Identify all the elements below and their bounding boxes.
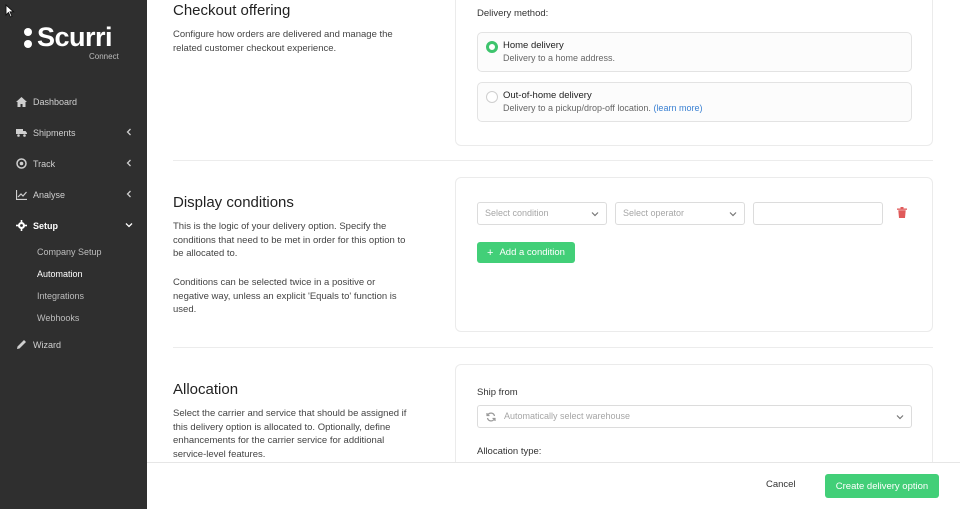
sidebar-item-wizard[interactable]: Wizard xyxy=(0,329,147,360)
add-condition-button[interactable]: + Add a condition xyxy=(477,242,575,263)
chevron-down-icon xyxy=(125,223,133,228)
ship-from-label: Ship from xyxy=(477,387,518,398)
option-desc: Delivery to a pickup/drop-off location. … xyxy=(503,103,702,113)
add-condition-label: Add a condition xyxy=(499,247,565,258)
sidebar-item-dashboard[interactable]: Dashboard xyxy=(0,86,147,117)
radio-out-of-home-delivery[interactable] xyxy=(486,91,498,103)
logo-mark-icon xyxy=(24,28,34,50)
option-desc: Delivery to a home address. xyxy=(503,53,616,63)
conditions-card: Select condition Select operator + Add a… xyxy=(455,177,933,332)
main-content: Checkout offering Configure how orders a… xyxy=(147,0,960,509)
sidebar-subitem-webhooks[interactable]: Webhooks xyxy=(0,307,147,329)
option-out-of-home-delivery[interactable]: Out-of-home delivery Delivery to a picku… xyxy=(477,82,912,122)
trash-icon[interactable] xyxy=(897,207,907,218)
footer-bar: Cancel Create delivery option xyxy=(147,462,960,509)
chevron-down-icon xyxy=(591,212,599,217)
scurri-logo[interactable]: Scurri Connect xyxy=(24,22,134,64)
refresh-icon xyxy=(486,412,496,422)
cancel-button[interactable]: Cancel xyxy=(766,479,796,490)
section-divider xyxy=(173,347,933,348)
ship-from-select[interactable]: Automatically select warehouse xyxy=(477,405,912,428)
select-condition[interactable]: Select condition xyxy=(477,202,607,225)
chevron-left-icon xyxy=(126,159,131,167)
option-desc-text: Delivery to a pickup/drop-off location. xyxy=(503,103,651,113)
sidebar-item-label: Dashboard xyxy=(33,96,78,107)
pencil-icon xyxy=(16,339,27,350)
sidebar-item-track[interactable]: Track xyxy=(0,148,147,179)
gear-icon xyxy=(16,220,27,231)
brand-sub: Connect xyxy=(89,52,119,61)
allocation-section-title: Allocation xyxy=(173,381,239,398)
ship-from-value: Automatically select warehouse xyxy=(504,411,631,421)
setup-submenu: Company Setup Automation Integrations We… xyxy=(0,241,147,329)
option-title: Home delivery xyxy=(503,40,564,51)
checkout-section-title: Checkout offering xyxy=(173,2,291,19)
sidebar-item-analyse[interactable]: Analyse xyxy=(0,179,147,210)
option-title: Out-of-home delivery xyxy=(503,90,592,101)
conditions-section-title: Display conditions xyxy=(173,194,294,211)
select-operator-placeholder: Select operator xyxy=(623,208,685,218)
sidebar-item-setup[interactable]: Setup xyxy=(0,210,147,241)
brand-name: Scurri xyxy=(37,22,113,52)
delivery-method-label: Delivery method: xyxy=(477,8,549,19)
conditions-section-desc: This is the logic of your delivery optio… xyxy=(173,221,406,259)
sidebar-item-label: Setup xyxy=(33,220,59,231)
create-delivery-option-button[interactable]: Create delivery option xyxy=(825,474,939,498)
plus-icon: + xyxy=(487,246,494,259)
home-icon xyxy=(16,96,27,107)
sidebar-nav: Dashboard Shipments Track Analyse Setup … xyxy=(0,86,147,360)
chevron-left-icon xyxy=(126,190,131,198)
chevron-down-icon xyxy=(896,415,904,420)
target-icon xyxy=(16,158,27,169)
select-operator[interactable]: Select operator xyxy=(615,202,745,225)
sidebar-subitem-automation[interactable]: Automation xyxy=(0,263,147,285)
allocation-type-label: Allocation type: xyxy=(477,446,542,457)
sidebar-item-label: Shipments xyxy=(33,127,76,138)
sidebar-item-shipments[interactable]: Shipments xyxy=(0,117,147,148)
select-condition-placeholder: Select condition xyxy=(485,208,549,218)
sidebar-subitem-integrations[interactable]: Integrations xyxy=(0,285,147,307)
truck-icon xyxy=(16,127,27,138)
radio-home-delivery[interactable] xyxy=(486,41,498,53)
condition-value-input[interactable] xyxy=(753,202,883,225)
checkout-card: Delivery method: Home delivery Delivery … xyxy=(455,0,933,146)
allocation-section-desc: Select the carrier and service that shou… xyxy=(173,408,407,460)
sidebar-subitem-company-setup[interactable]: Company Setup xyxy=(0,241,147,263)
mouse-cursor-icon xyxy=(5,4,15,18)
chart-icon xyxy=(16,189,27,200)
learn-more-link[interactable]: (learn more) xyxy=(653,103,702,113)
section-divider xyxy=(173,160,933,161)
sidebar-item-label: Wizard xyxy=(33,339,62,350)
create-button-label: Create delivery option xyxy=(835,480,929,492)
sidebar-item-label: Analyse xyxy=(33,189,66,200)
chevron-left-icon xyxy=(126,128,131,136)
checkout-section-desc: Configure how orders are delivered and m… xyxy=(173,29,393,54)
chevron-down-icon xyxy=(729,212,737,217)
option-home-delivery[interactable]: Home delivery Delivery to a home address… xyxy=(477,32,912,72)
sidebar: Scurri Connect Dashboard Shipments Track xyxy=(0,0,147,509)
conditions-section-desc-2: Conditions can be selected twice in a po… xyxy=(173,277,397,315)
sidebar-item-label: Track xyxy=(33,158,56,169)
